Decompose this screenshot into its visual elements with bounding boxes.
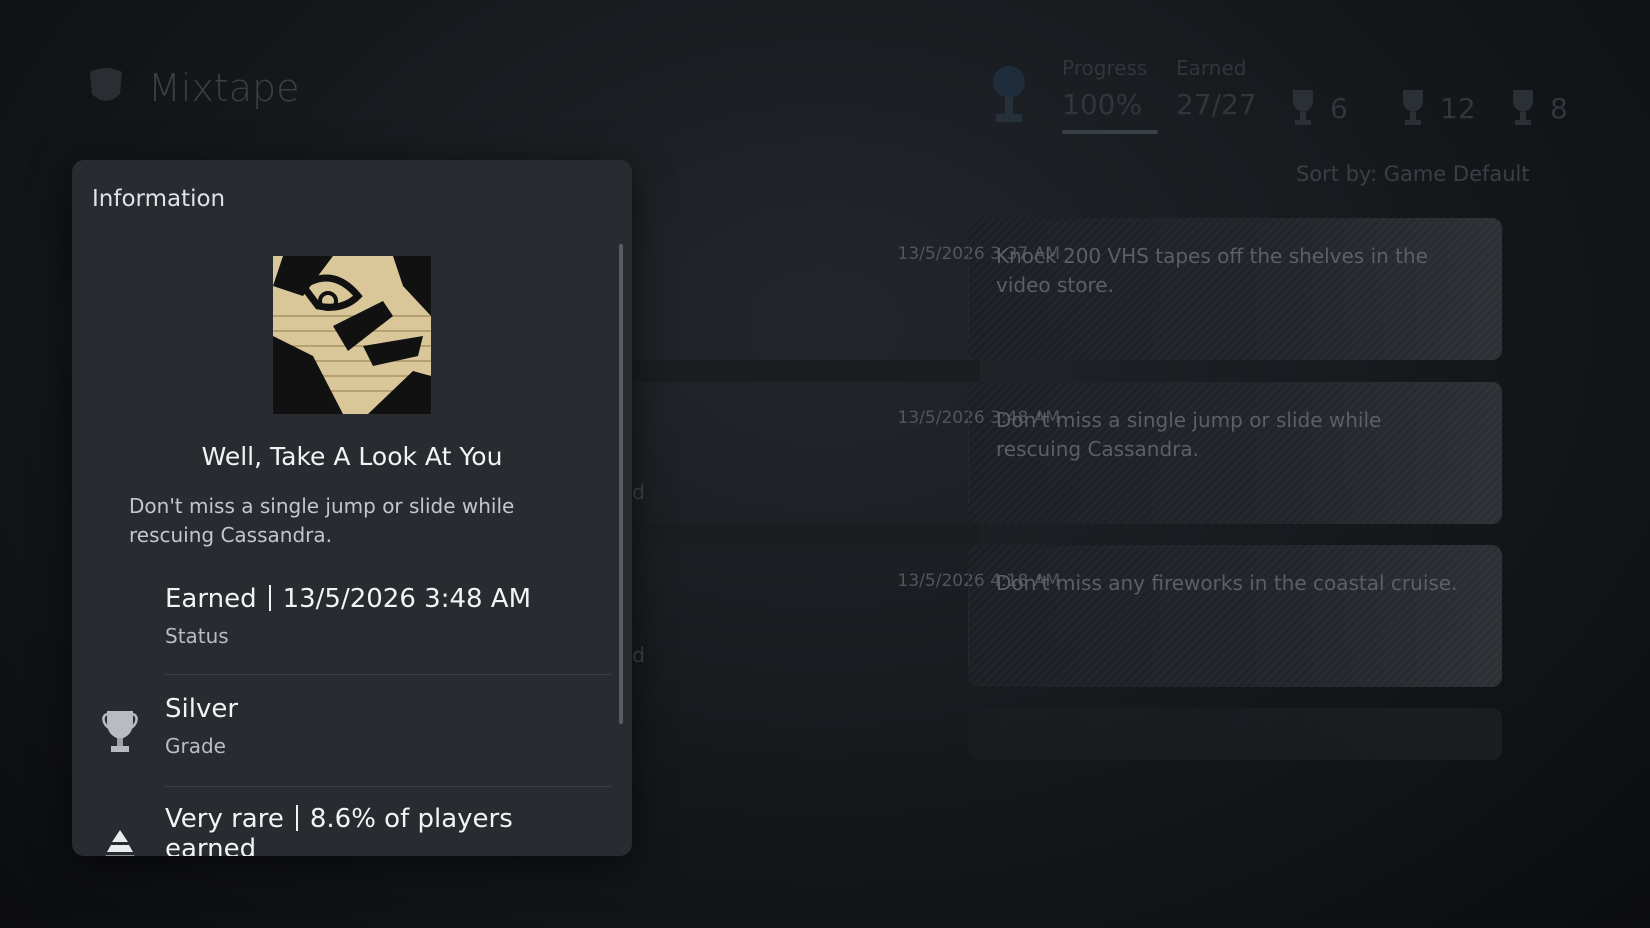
status-date: 13/5/2026 3:48 AM [282, 584, 532, 614]
trophy-artwork [273, 256, 431, 414]
rarity-main: Very rare 8.6% of players earned [165, 804, 605, 856]
row-divider-band [620, 360, 980, 382]
gold-count: 6 [1330, 92, 1348, 125]
trophy-name: Well, Take A Look At You [201, 442, 503, 471]
panel-scrollbar[interactable] [619, 244, 623, 724]
information-panel: Information Well, Take A Look At You Don… [72, 160, 632, 856]
status-prefix: Earned [165, 584, 257, 614]
earned-value: 27/27 [1176, 88, 1257, 121]
silver-count: 12 [1440, 92, 1476, 125]
trophy-description-card [968, 545, 1502, 687]
status-label: Status [165, 624, 229, 648]
grade-label: Grade [165, 734, 226, 758]
separator [968, 244, 969, 340]
trophy-row[interactable] [620, 708, 1502, 760]
trophy-description: Knock 200 VHS tapes off the shelves in t… [996, 244, 1428, 297]
rarity-item: Very rare 8.6% of players earned [165, 804, 605, 856]
bronze-count: 8 [1550, 92, 1568, 125]
rarity-pyramid-icon [105, 830, 135, 856]
separator [968, 571, 969, 667]
status-main: Earned 13/5/2026 3:48 AM [165, 584, 605, 614]
grade-value: Silver [165, 694, 239, 724]
rarity-prefix: Very rare [165, 804, 284, 834]
earned-label: Earned [1176, 56, 1247, 80]
trophy-description-card [968, 708, 1502, 760]
row-divider-band [620, 524, 980, 546]
grade-item: Silver Grade [165, 694, 605, 758]
panel-title: Information [92, 186, 226, 212]
trophy-detail-description: Don't miss a single jump or slide while … [129, 494, 515, 547]
progress-stat: Progress 100% [1062, 56, 1147, 121]
silver-trophy-icon [1403, 90, 1423, 125]
progress-underline [1062, 130, 1158, 134]
platinum-trophy-icon [993, 66, 1025, 122]
trophy-description: Don't miss any fireworks in the coastal … [996, 571, 1458, 595]
game-title: Mixtape [148, 66, 300, 110]
trophy-row[interactable]: 13/5/2026 4:18 AM Don't miss any firewor… [620, 545, 1502, 687]
silver-trophy-icon [102, 711, 138, 752]
trophy-row[interactable]: 13/5/2026 3:48 AM Don't miss a single ju… [620, 382, 1502, 524]
earned-stat: Earned 27/27 [1176, 56, 1257, 121]
bronze-trophy-icon [1513, 90, 1533, 125]
gold-trophy-icon [1293, 90, 1313, 125]
pipe-separator [295, 805, 298, 831]
progress-value: 100% [1062, 88, 1143, 121]
divider [165, 786, 611, 787]
progress-label: Progress [1062, 56, 1148, 80]
separator [968, 408, 969, 504]
trophy-row[interactable]: 13/5/2026 3:37 AM Knock 200 VHS tapes of… [620, 218, 1502, 360]
status-item: Earned 13/5/2026 3:48 AM Status [165, 584, 605, 648]
divider [165, 674, 611, 675]
game-icon [90, 68, 122, 101]
sort-by-control[interactable]: Sort by: Game Default [1296, 162, 1530, 186]
trophy-description: Don't miss a single jump or slide while … [996, 408, 1382, 461]
pipe-separator [268, 585, 271, 611]
